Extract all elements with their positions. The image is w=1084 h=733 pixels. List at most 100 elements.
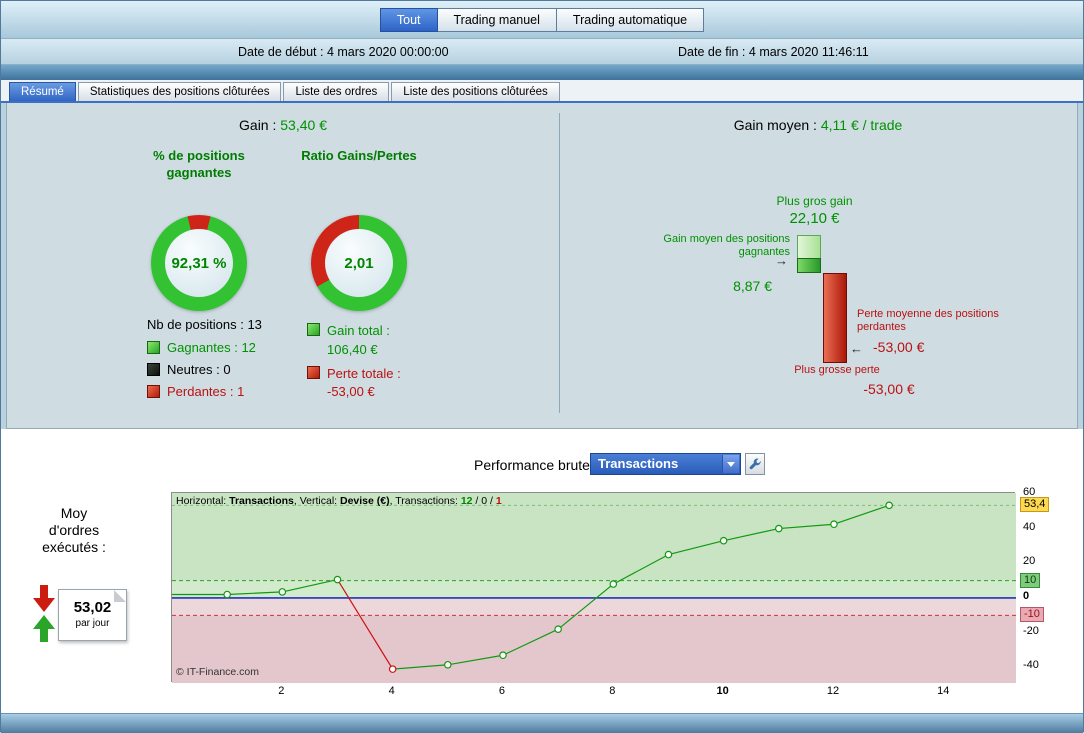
legend-green-swatch [147, 341, 160, 354]
chart-header-part: 1 [495, 495, 502, 507]
summary-panel: Gain : 53,40 € % de positions gagnantes … [6, 103, 1078, 429]
avg-gain-bar [797, 257, 821, 273]
order-arrows [31, 585, 57, 642]
perte-moyenne-arrow-icon: ← [850, 341, 863, 356]
chart-settings-button[interactable] [745, 453, 765, 475]
perte-totale-label: Perte totale : [327, 366, 401, 381]
gain-moyen-gagnantes-value: 8,87 € [733, 278, 772, 294]
performance-label: Performance brute [474, 457, 590, 473]
plus-grosse-perte-value: -53,00 € [863, 381, 915, 397]
perte-totale-swatch [307, 366, 320, 379]
win-donut-hole: 92,31 % [165, 229, 233, 297]
date-end-label: Date de fin : [678, 45, 746, 59]
max-loss-bar [823, 273, 847, 364]
x-axis-label: 12 [826, 685, 840, 697]
upper-threshold-chip: 10 [1020, 572, 1041, 588]
win-donut-value: 92,31 % [171, 254, 227, 272]
date-end: Date de fin : 4 mars 2020 11:46:11 [678, 45, 869, 59]
x-axis-label: 4 [388, 685, 395, 697]
chart-header-part: , Vertical: [293, 495, 340, 507]
gain-moyen-label: Gain moyen : [733, 117, 821, 133]
y-axis-labels: 60 40 20 0 -20 -40 53,4 10 -10 [1019, 486, 1081, 697]
chart-header: Horizontal: Transactions, Vertical: Devi… [176, 495, 502, 507]
legend-perdantes: Perdantes : 1 [147, 384, 244, 399]
legend-red-swatch [147, 385, 160, 398]
legend-perdantes-label: Perdantes : 1 [167, 384, 245, 399]
gain-total-swatch [307, 323, 320, 336]
x-axis-labels: 2 4 6 8 10 12 14 [171, 685, 1015, 699]
avg-orders-card: 53,02 par jour [58, 589, 127, 641]
gain-moyen-arrow-icon: → [775, 253, 788, 268]
plus-gros-gain-value: 22,10 € [789, 210, 840, 227]
gain-moyen-gagnantes-label: Gain moyen des positions gagnantes [663, 233, 790, 258]
y-axis-label: 40 [1023, 520, 1036, 533]
section-tabs: Résumé Statistiques des positions clôtur… [9, 82, 560, 101]
chart-header-part: / [472, 495, 482, 507]
gain-moyen-heading: Gain moyen : 4,11 € / trade [559, 117, 1077, 133]
tab-liste-positions[interactable]: Liste des positions clôturées [391, 82, 560, 101]
x-axis-label: 10 [716, 685, 729, 697]
nb-positions: Nb de positions : 13 [147, 317, 262, 332]
perte-moyenne-value: -53,00 € [873, 339, 925, 355]
avg-orders-label: Moy d'ordres exécutés : [42, 505, 106, 555]
tab-resume[interactable]: Résumé [9, 82, 76, 101]
tab-tout[interactable]: Tout [379, 8, 438, 32]
avg-orders-unit: par jour [75, 618, 110, 629]
ratio-donut-value: 2,01 [344, 254, 374, 272]
vertical-divider [559, 113, 560, 413]
performance-selector[interactable]: Transactions [590, 453, 741, 475]
tab-trading-automatique[interactable]: Trading automatique [556, 8, 705, 32]
ratio-donut: 2,01 [311, 215, 407, 311]
y-axis-label: 60 [1023, 485, 1036, 498]
x-axis-label: 6 [498, 685, 506, 697]
section-tab-bar: Résumé Statistiques des positions clôtur… [1, 80, 1083, 101]
x-axis-label: 14 [937, 685, 950, 697]
gain-value: 53,40 € [280, 117, 327, 133]
legend-neutres-label: Neutres : 0 [167, 362, 231, 377]
date-end-value: 4 mars 2020 11:46:11 [748, 45, 869, 59]
tab-trading-manuel[interactable]: Trading manuel [437, 8, 557, 32]
gain-total-label: Gain total : [327, 323, 390, 338]
x-axis-label: 8 [609, 685, 616, 697]
date-start-label: Date de début : [238, 45, 324, 59]
footer-bar [1, 713, 1083, 733]
lower-threshold-chip: -10 [1020, 607, 1044, 623]
chevron-down-icon [727, 461, 735, 467]
chart-header-part: Horizontal: [176, 495, 230, 507]
dropdown-button[interactable] [722, 455, 739, 473]
win-donut-title: % de positions gagnantes [153, 148, 245, 180]
card-fold [114, 590, 126, 602]
performance-chart-svg [172, 493, 1016, 683]
perte-moyenne-label: Perte moyenne des positions perdantes [857, 308, 999, 333]
gain-total-value: 106,40 € [327, 342, 378, 357]
chart-header-part: Transactions [229, 495, 294, 507]
date-start-value: 4 mars 2020 00:00:00 [326, 45, 449, 59]
app-window: Tout Trading manuel Trading automatique … [0, 0, 1084, 733]
ratio-donut-hole: 2,01 [325, 229, 393, 297]
performance-chart[interactable]: Horizontal: Transactions, Vertical: Devi… [171, 492, 1016, 683]
ratio-donut-title: Ratio Gains/Pertes [301, 148, 417, 163]
y-axis-label: -20 [1023, 624, 1039, 637]
date-bar: Date de début : 4 mars 2020 00:00:00 Dat… [1, 39, 1083, 65]
legend-gagnantes-label: Gagnantes : 12 [167, 340, 256, 355]
win-donut: 92,31 % [151, 215, 247, 311]
arrow-down-icon [31, 585, 57, 612]
chart-header-part: 12 [460, 495, 473, 507]
separator-band [1, 65, 1083, 80]
chart-header-part: , Transactions: [389, 495, 461, 507]
chart-copyright: © IT-Finance.com [176, 666, 260, 678]
tab-statistiques[interactable]: Statistiques des positions clôturées [77, 82, 282, 101]
gain-moyen-value: 4,11 € / trade [820, 117, 903, 133]
chart-header-part: / [487, 495, 496, 507]
scope-tabs-bar: Tout Trading manuel Trading automatique [1, 1, 1083, 39]
gain-heading: Gain : 53,40 € [7, 117, 559, 133]
performance-section: Performance brute Transactions Moy d'ord… [1, 429, 1083, 713]
wrench-icon [749, 458, 761, 469]
chart-header-part: Devise (€) [340, 495, 390, 507]
y-axis-label: 20 [1023, 555, 1036, 568]
date-start: Date de début : 4 mars 2020 00:00:00 [238, 45, 449, 59]
arrow-up-icon [31, 615, 57, 642]
current-value-chip: 53,4 [1020, 497, 1050, 513]
tab-liste-ordres[interactable]: Liste des ordres [283, 82, 390, 101]
y-axis-label: 0 [1023, 589, 1030, 602]
